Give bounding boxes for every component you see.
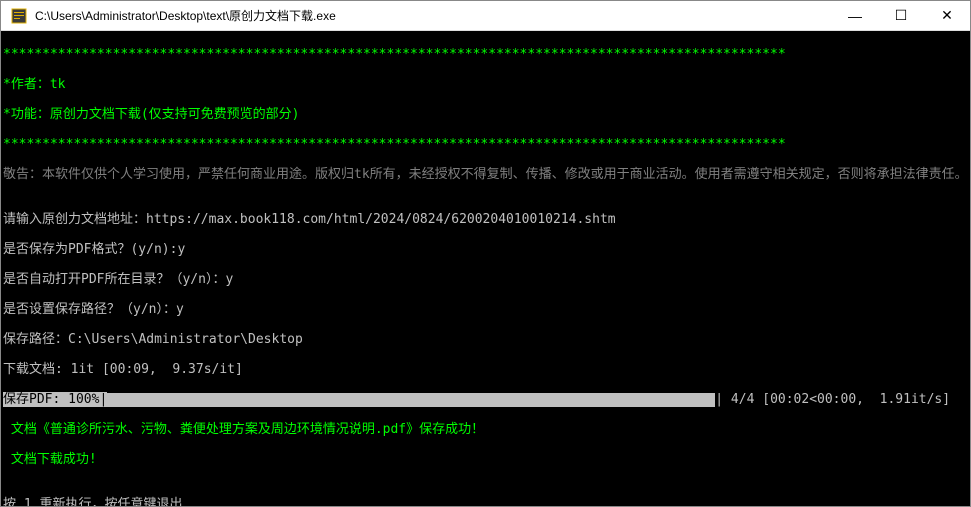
progress-bar-fill [107,393,715,407]
close-icon: ✕ [941,7,953,24]
close-button[interactable]: ✕ [924,1,970,30]
terminal-output[interactable]: ****************************************… [1,31,970,506]
warning-text: 敬告：本软件仅供个人学习使用，严禁任何商业用途。版权归tk所有，未经授权不得复制… [3,167,968,182]
prompt-open: 是否自动打开PDF所在目录？（y/n）：y [3,272,968,287]
minimize-button[interactable]: — [832,1,878,30]
app-icon [9,6,29,26]
app-window: C:\Users\Administrator\Desktop\text\原创力文… [0,0,971,507]
download-progress: 下载文档: 1it [00:09, 9.37s/it] [3,362,968,377]
window-controls: — ☐ ✕ [832,1,970,30]
prompt-url: 请输入原创力文档地址：https://max.book118.com/html/… [3,212,968,227]
prompt-path: 是否设置保存路径？（y/n）：y [3,302,968,317]
title-bar[interactable]: C:\Users\Administrator\Desktop\text\原创力文… [1,1,970,31]
maximize-button[interactable]: ☐ [878,1,924,30]
feature-line: *功能：原创力文档下载(仅支持可免费预览的部分) [3,107,968,122]
again-prompt: 按 1 重新执行，按任意键退出 [3,497,968,506]
author-line: *作者：tk [3,77,968,92]
minimize-icon: — [848,8,862,24]
save-pdf-progress: 保存PDF: 100%| | 4/4 [00:02<00:00, 1.91it/s… [3,392,968,407]
save-path: 保存路径：C:\Users\Administrator\Desktop [3,332,968,347]
save-pdf-label: 保存PDF: 100%| [3,392,107,407]
maximize-icon: ☐ [895,7,908,24]
prompt-pdf: 是否保存为PDF格式？(y/n):y [3,242,968,257]
separator-bottom: ****************************************… [3,137,968,152]
window-title: C:\Users\Administrator\Desktop\text\原创力文… [35,7,832,24]
save-pdf-stats: | 4/4 [00:02<00:00, 1.91it/s] [715,392,950,407]
download-ok: 文档下载成功! [3,452,968,467]
saved-ok: 文档《普通诊所污水、污物、粪便处理方案及周边环境情况说明.pdf》保存成功！ [3,422,968,437]
separator-top: ****************************************… [3,47,968,62]
